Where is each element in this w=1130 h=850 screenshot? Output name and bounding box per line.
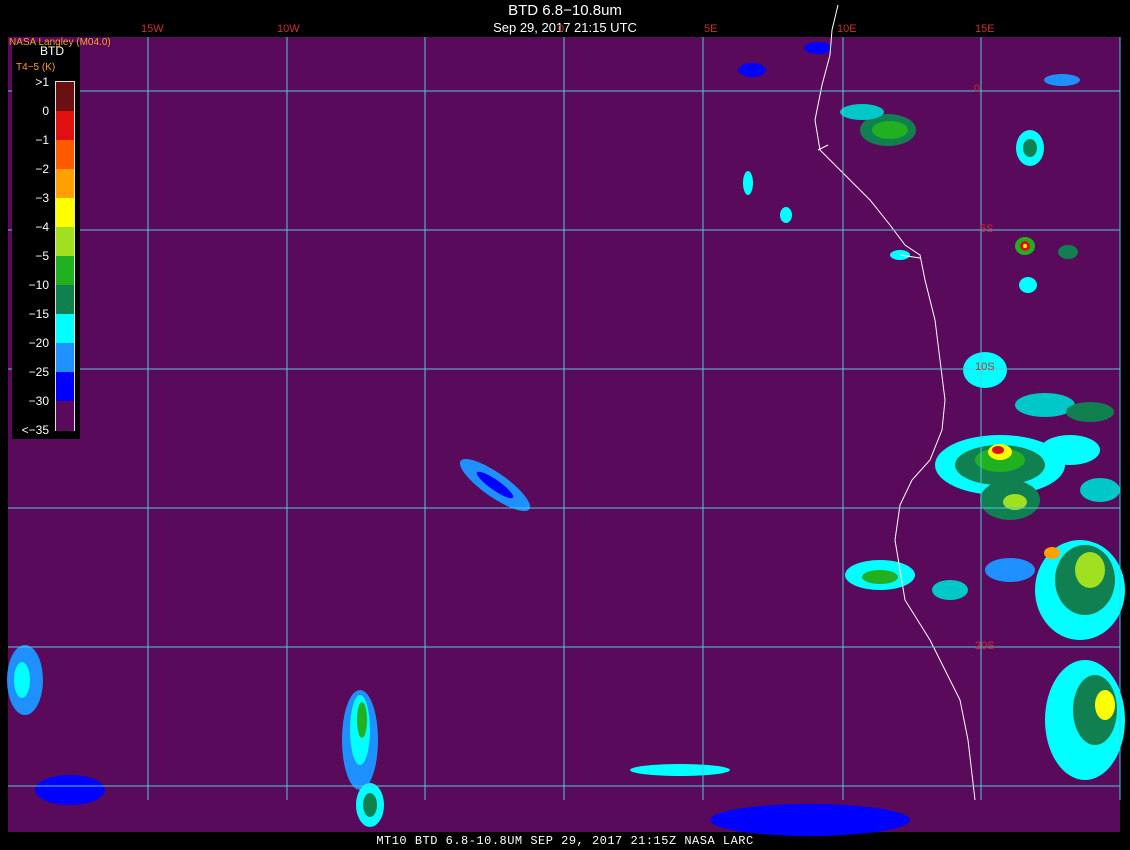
legend-swatch — [56, 82, 74, 112]
lon-label-10e: 10E — [837, 23, 857, 35]
legend-swatch — [56, 343, 74, 373]
legend-tick-label: −3 — [35, 191, 49, 205]
lon-label-10w: 10W — [277, 23, 300, 35]
map-timestamp: Sep 29, 2017 21:15 UTC — [493, 20, 637, 35]
lon-label-0: 0 — [558, 23, 565, 35]
legend-swatch — [56, 372, 74, 402]
lon-label-15w: 15W — [141, 23, 164, 35]
lon-label-5e: 5E — [704, 23, 718, 35]
legend-swatch — [56, 285, 74, 315]
footer-caption: MT10 BTD 6.8-10.8UM SEP 29, 2017 21:15Z … — [376, 834, 754, 848]
lon-label-15e: 15E — [975, 23, 995, 35]
legend-tick-label: <−35 — [21, 423, 49, 437]
source-label: NASA Langley (M04.0) — [9, 37, 111, 48]
legend-tick-label: −20 — [28, 336, 49, 350]
legend-swatch — [56, 140, 74, 170]
legend-swatch — [56, 169, 74, 199]
lat-label-20s: 20S — [975, 640, 995, 652]
satellite-map — [7, 4, 1125, 836]
legend-tick-label: −4 — [35, 220, 49, 234]
legend-colorbar — [55, 81, 75, 431]
map-title: BTD 6.8−10.8um — [508, 2, 622, 19]
legend-swatch — [56, 256, 74, 286]
lat-label-10s: 10S — [975, 361, 995, 373]
legend-tick-label: −25 — [28, 365, 49, 379]
legend-tick-label: −5 — [35, 249, 49, 263]
legend-units: T4−5 (K) — [16, 62, 56, 73]
lat-label-5s: 5S — [980, 223, 994, 235]
legend-swatch — [56, 314, 74, 344]
legend-tick-label: >1 — [35, 75, 49, 89]
legend-swatch — [56, 401, 74, 431]
legend-tick-label: −10 — [28, 278, 49, 292]
legend-swatch — [56, 111, 74, 141]
legend-tick-label: 0 — [42, 104, 49, 118]
lat-label-0: 0 — [974, 83, 981, 95]
legend-tick-label: −1 — [35, 133, 49, 147]
legend-tick-label: −2 — [35, 162, 49, 176]
legend-tick-label: −15 — [28, 307, 49, 321]
legend-swatch — [56, 227, 74, 257]
legend-swatch — [56, 198, 74, 228]
legend-tick-label: −30 — [28, 394, 49, 408]
color-legend: BTD T4−5 (K) >1 0 −1 −2 −3 −4 −5 −10 −15 −20 −25 −3… — [12, 42, 80, 439]
